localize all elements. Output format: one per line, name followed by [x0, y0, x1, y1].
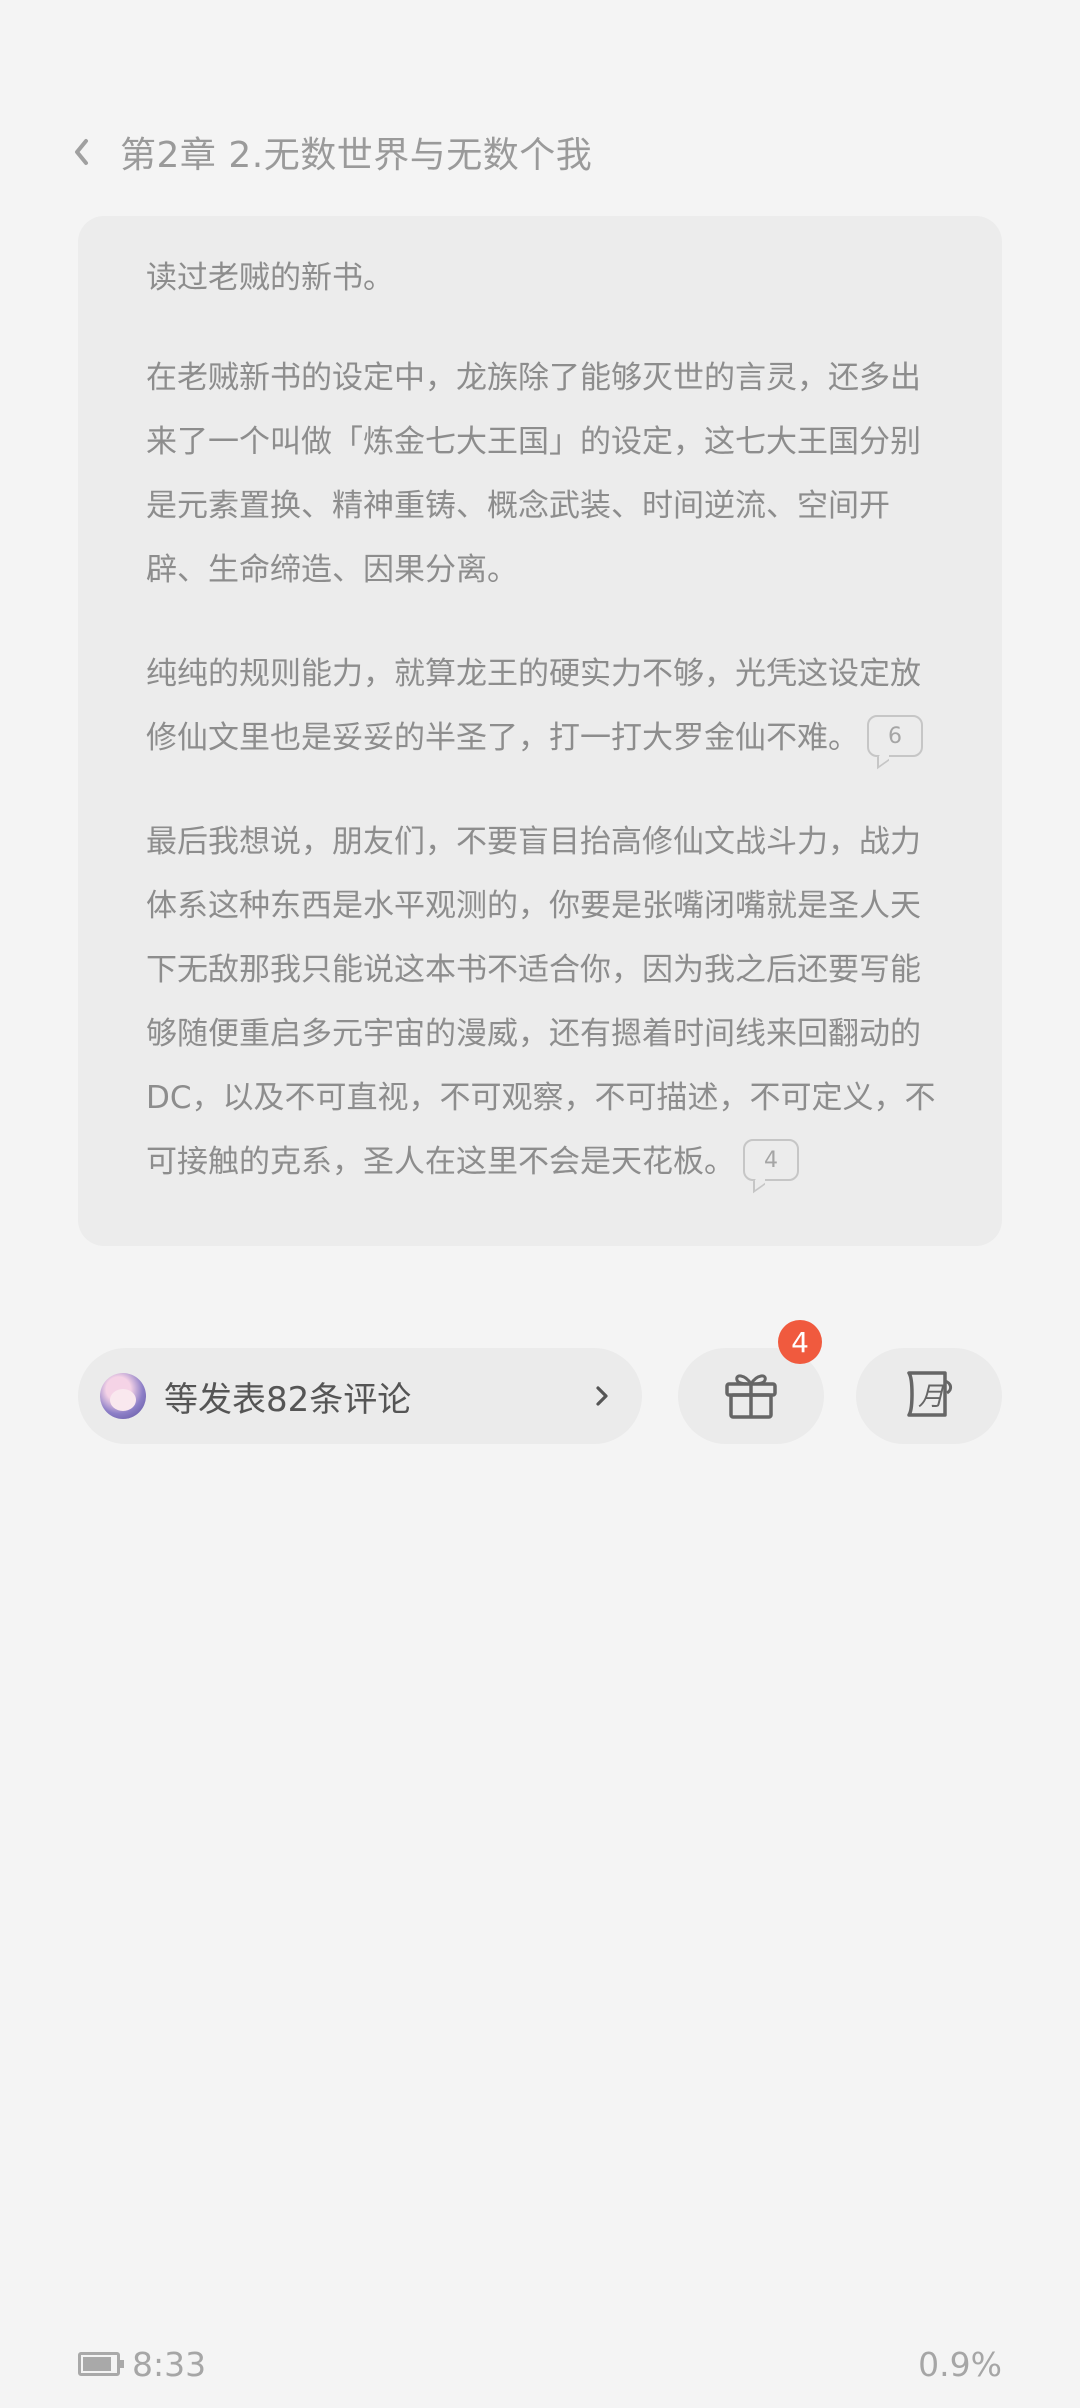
chevron-right-icon — [592, 1381, 612, 1411]
gift-icon — [721, 1366, 781, 1426]
svg-text:月: 月 — [918, 1382, 945, 1412]
chapter-actions: 等发表82条评论 4 月 — [78, 1320, 1002, 1444]
status-footer: 8:33 0.9% — [78, 2340, 1002, 2388]
paragraph: 读过老贼的新书。 — [146, 246, 936, 310]
gift-count-badge: 4 — [778, 1320, 822, 1364]
paragraph-text: 纯纯的规则能力，就算龙王的硬实力不够，光凭这设定放修仙文里也是妥妥的半圣了，打一… — [146, 656, 921, 756]
battery-icon — [78, 2352, 124, 2376]
monthly-ticket-button[interactable]: 月 — [856, 1348, 1002, 1444]
paragraph-comment-badge[interactable]: 6 — [867, 714, 923, 757]
chapter-header[interactable]: 第2章 2.无数世界与无数个我 — [72, 120, 592, 184]
paragraph: 最后我想说，朋友们，不要盲目抬高修仙文战斗力，战力体系这种东西是水平观测的，你要… — [146, 810, 936, 1194]
chapter-content-card: 读过老贼的新书。 在老贼新书的设定中，龙族除了能够灭世的言灵，还多出来了一个叫做… — [78, 216, 1002, 1246]
monthly-ticket-icon: 月 — [899, 1365, 959, 1427]
avatar — [100, 1373, 146, 1419]
chapter-title[interactable]: 第2章 2.无数世界与无数个我 — [120, 126, 592, 178]
paragraph: 在老贼新书的设定中，龙族除了能够灭世的言灵，还多出来了一个叫做「炼金七大王国」的… — [146, 346, 936, 602]
paragraph-text: 最后我想说，朋友们，不要盲目抬高修仙文战斗力，战力体系这种东西是水平观测的，你要… — [146, 824, 936, 1180]
chevron-left-icon[interactable] — [72, 132, 100, 172]
footer-time: 8:33 — [132, 2344, 207, 2384]
paragraph-text: 读过老贼的新书。 — [146, 260, 394, 296]
reader-page: 第2章 2.无数世界与无数个我 读过老贼的新书。 在老贼新书的设定中，龙族除了能… — [0, 0, 1080, 2408]
comments-label: 等发表82条评论 — [164, 1379, 412, 1420]
reading-progress: 0.9% — [918, 2344, 1002, 2384]
paragraph-comment-badge[interactable]: 4 — [743, 1138, 799, 1181]
paragraph-text: 在老贼新书的设定中，龙族除了能够灭世的言灵，还多出来了一个叫做「炼金七大王国」的… — [146, 360, 921, 588]
comments-button[interactable]: 等发表82条评论 — [78, 1348, 642, 1444]
paragraph: 纯纯的规则能力，就算龙王的硬实力不够，光凭这设定放修仙文里也是妥妥的半圣了，打一… — [146, 642, 936, 770]
footer-left: 8:33 — [78, 2345, 206, 2384]
